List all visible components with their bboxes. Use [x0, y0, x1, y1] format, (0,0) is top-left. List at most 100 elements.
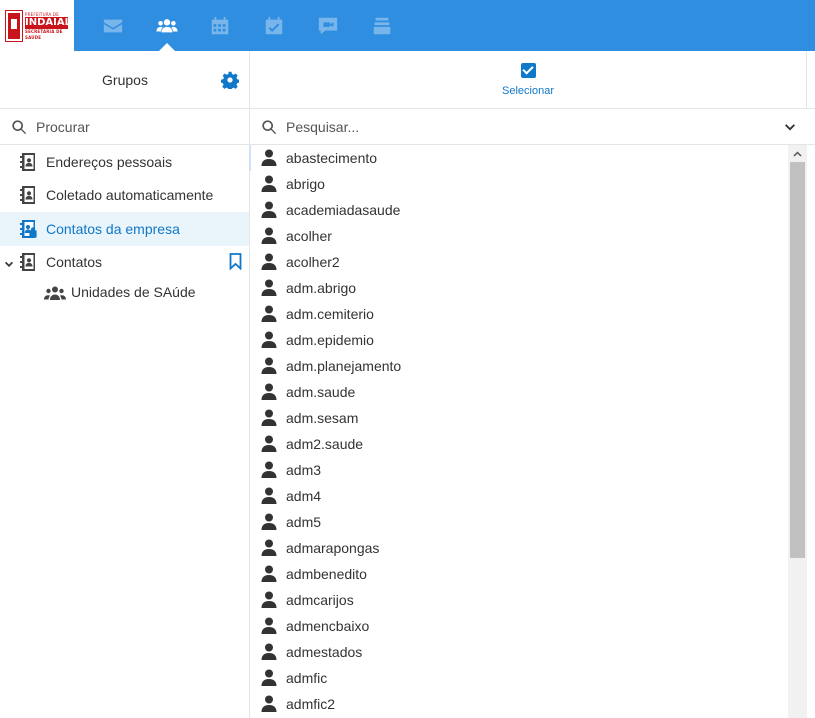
contact-row[interactable]: adm3 [250, 457, 788, 483]
user-icon [261, 487, 277, 504]
search-icon [262, 120, 277, 135]
nav-chat[interactable] [301, 0, 355, 51]
contact-row[interactable]: abrigo [250, 171, 788, 197]
contact-row[interactable]: admencbaixo [250, 613, 788, 639]
select-label: Selecionar [502, 85, 554, 97]
contact-name: admestados [286, 644, 363, 660]
group-icon [44, 285, 66, 301]
contact-row[interactable]: adm.cemiterio [250, 301, 788, 327]
folder-enderecos-pessoais[interactable]: Endereços pessoais [0, 145, 249, 179]
folder-label: Endereços pessoais [46, 154, 173, 170]
bookmark-icon[interactable] [229, 253, 243, 271]
select-button[interactable]: Selecionar [495, 61, 561, 101]
contacts-panel: Selecionar abastecimento abrigo academiada… [250, 51, 815, 718]
contact-row[interactable]: adm5 [250, 509, 788, 535]
checkbox-icon [520, 63, 536, 78]
contact-row[interactable]: admarapongas [250, 535, 788, 561]
mail-icon [103, 19, 123, 32]
address-book-icon [20, 186, 37, 204]
scroll-up-button[interactable] [788, 145, 807, 162]
contact-row[interactable]: adm2.saude [250, 431, 788, 457]
contact-name: adm4 [286, 488, 322, 504]
chat-icon [318, 17, 338, 34]
search-options-chevron-icon[interactable] [784, 121, 796, 133]
user-icon [261, 253, 277, 270]
user-icon [261, 565, 277, 582]
settings-button[interactable] [221, 71, 241, 91]
search-icon [12, 120, 27, 135]
group-unidades-de-saude[interactable]: Unidades de SAúde [0, 277, 249, 307]
address-book-icon [20, 253, 37, 271]
contact-row[interactable]: admcarijos [250, 587, 788, 613]
user-icon [261, 175, 277, 192]
user-icon [261, 305, 277, 322]
contacts-search-input[interactable] [286, 115, 766, 139]
contact-row[interactable]: adm4 [250, 483, 788, 509]
user-icon [261, 279, 277, 296]
nav-mail[interactable] [86, 0, 140, 51]
nav-calendar[interactable] [193, 0, 247, 51]
contact-row[interactable]: academiadasaude [250, 197, 788, 223]
user-icon [261, 669, 277, 686]
logo-line2: INDAIAL [25, 16, 71, 29]
contact-name: adm2.saude [286, 436, 364, 452]
chevron-up-icon [793, 151, 802, 157]
contact-row[interactable]: adm.epidemio [250, 327, 788, 353]
indaial-logo[interactable]: PREFEITURA DE INDAIAL SECRETARIA DE SAÚD… [0, 0, 74, 51]
folder-coletado-automaticamente[interactable]: Coletado automaticamente [0, 178, 249, 212]
folder-contatos[interactable]: Contatos [0, 245, 249, 279]
contact-name: admfic2 [286, 696, 336, 712]
folder-contatos-da-empresa[interactable]: Contatos da empresa [0, 212, 249, 246]
gear-icon [221, 71, 239, 91]
contact-list-scrollbar[interactable] [788, 145, 807, 718]
user-icon [261, 357, 277, 374]
contact-row[interactable]: adm.sesam [250, 405, 788, 431]
user-icon [261, 617, 277, 634]
top-navigation-bar: PREFEITURA DE INDAIAL SECRETARIA DE SAÚD… [0, 0, 815, 51]
contact-row[interactable]: admfic2 [250, 691, 788, 717]
contacts-search [250, 109, 815, 145]
contact-name: adm.planejamento [286, 358, 402, 374]
logo-image: PREFEITURA DE INDAIAL SECRETARIA DE SAÚD… [5, 7, 71, 45]
user-icon [261, 435, 277, 452]
contact-name: adm.abrigo [286, 280, 357, 296]
contact-name: abrigo [286, 176, 325, 192]
contact-name: abastecimento [286, 150, 378, 166]
user-icon [261, 149, 277, 166]
groups-panel: Grupos Endereços pessoais Coletado autom… [0, 51, 251, 718]
groups-search [0, 109, 249, 145]
nav-tasks[interactable] [247, 0, 301, 51]
contact-row[interactable]: acolher2 [250, 249, 788, 275]
groups-header: Grupos [0, 51, 249, 109]
scroll-thumb[interactable] [790, 162, 805, 558]
contacts-toolbar: Selecionar [250, 51, 815, 109]
contact-name: admcarijos [286, 592, 354, 608]
locked-address-book-icon [20, 220, 37, 238]
contact-row[interactable]: adm.saude [250, 379, 788, 405]
contact-row[interactable]: adm.abrigo [250, 275, 788, 301]
chevron-down-icon[interactable] [4, 257, 14, 267]
folder-label: Coletado automaticamente [46, 187, 214, 203]
contact-name: admencbaixo [286, 618, 370, 634]
contact-row[interactable]: adm.planejamento [250, 353, 788, 379]
contact-name: academiadasaude [286, 202, 401, 218]
user-icon [261, 201, 277, 218]
nav-files[interactable] [355, 0, 409, 51]
contact-row[interactable]: admbenedito [250, 561, 788, 587]
contact-row[interactable]: acolher [250, 223, 788, 249]
user-icon [261, 331, 277, 348]
groups-title: Grupos [102, 72, 148, 88]
contact-name: admfic [286, 670, 328, 686]
contact-name: admbenedito [286, 566, 367, 582]
contact-row[interactable]: abastecimento [250, 145, 788, 171]
nav-contacts[interactable] [140, 0, 194, 51]
contact-row[interactable]: admfic [250, 665, 788, 691]
contact-name: adm.cemiterio [286, 306, 374, 322]
group-label: Unidades de SAúde [71, 284, 196, 300]
groups-search-input[interactable] [36, 115, 236, 139]
logo-crest [5, 9, 23, 42]
user-icon [261, 591, 277, 608]
user-icon [261, 383, 277, 400]
user-icon [261, 539, 277, 556]
contact-row[interactable]: admestados [250, 639, 788, 665]
